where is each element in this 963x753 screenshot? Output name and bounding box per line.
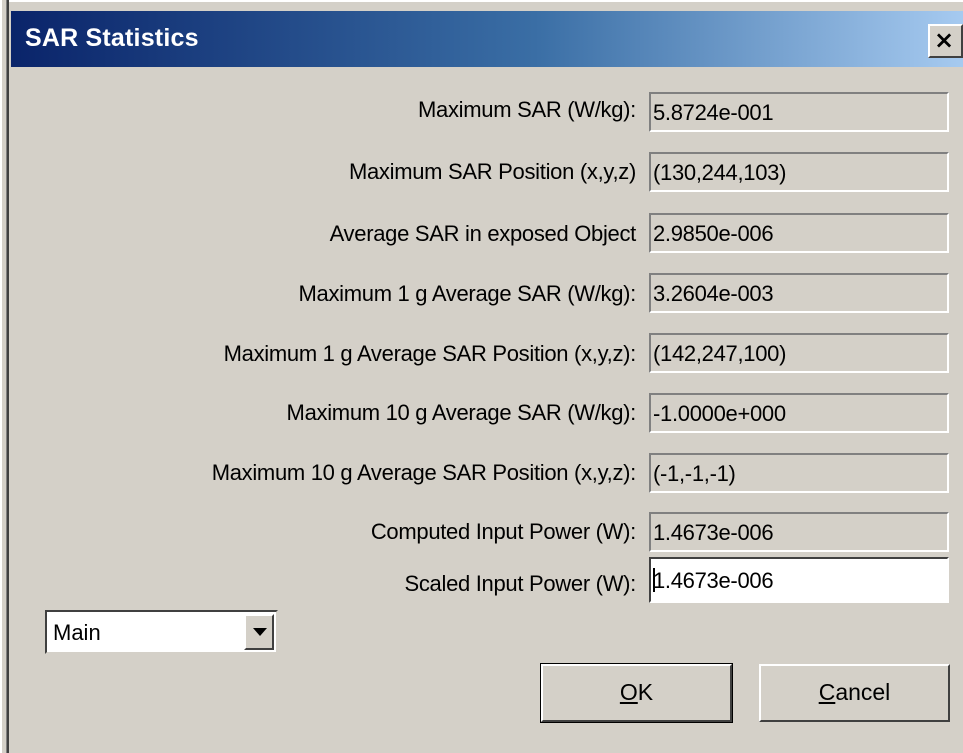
label-average-sar-exposed-object: Average SAR in exposed Object	[329, 221, 637, 246]
sar-statistics-dialog: SAR Statistics × Maximum SAR (W/kg): 5.8…	[0, 0, 963, 753]
chevron-down-icon[interactable]	[244, 614, 274, 650]
field-max-1g-average-sar-position: (142,247,100)	[649, 333, 949, 373]
view-select[interactable]: Main	[45, 610, 278, 654]
close-icon[interactable]: ×	[928, 24, 963, 58]
label-maximum-sar: Maximum SAR (W/kg):	[418, 97, 636, 122]
label-max-10g-average-sar: Maximum 10 g Average SAR (W/kg):	[286, 400, 637, 425]
field-maximum-sar: 5.8724e-001	[649, 92, 949, 132]
scaled-input-power-input[interactable]: 1.4673e-006	[649, 557, 949, 603]
window-left-border	[0, 0, 9, 753]
label-maximum-sar-position: Maximum SAR Position (x,y,z)	[348, 159, 636, 184]
scaled-input-power-value: 1.4673e-006	[653, 568, 774, 593]
ok-mnemonic: O	[619, 679, 638, 705]
cancel-label-rest: ancel	[835, 679, 891, 705]
label-scaled-input-power: Scaled Input Power (W):	[404, 571, 636, 596]
label-max-1g-average-sar-position: Maximum 1 g Average SAR Position (x,y,z)…	[223, 341, 637, 366]
field-max-10g-average-sar: -1.0000e+000	[649, 393, 949, 433]
field-computed-input-power: 1.4673e-006	[649, 512, 949, 552]
ok-label-rest: K	[637, 679, 654, 705]
ok-button[interactable]: OK	[540, 663, 733, 723]
cancel-button[interactable]: Cancel	[759, 664, 950, 722]
dialog-title: SAR Statistics	[25, 24, 199, 52]
window-top-edge	[9, 0, 963, 10]
field-maximum-sar-position: (130,244,103)	[649, 152, 949, 192]
label-max-10g-average-sar-position: Maximum 10 g Average SAR Position (x,y,z…	[211, 460, 637, 485]
label-computed-input-power: Computed Input Power (W):	[370, 519, 636, 544]
view-select-value: Main	[53, 620, 101, 645]
field-max-1g-average-sar: 3.2604e-003	[649, 273, 949, 313]
cancel-mnemonic: C	[818, 679, 836, 705]
field-average-sar-exposed-object: 2.9850e-006	[649, 213, 949, 253]
field-max-10g-average-sar-position: (-1,-1,-1)	[649, 453, 949, 493]
title-bar[interactable]: SAR Statistics	[11, 11, 963, 67]
label-max-1g-average-sar: Maximum 1 g Average SAR (W/kg):	[298, 281, 636, 306]
